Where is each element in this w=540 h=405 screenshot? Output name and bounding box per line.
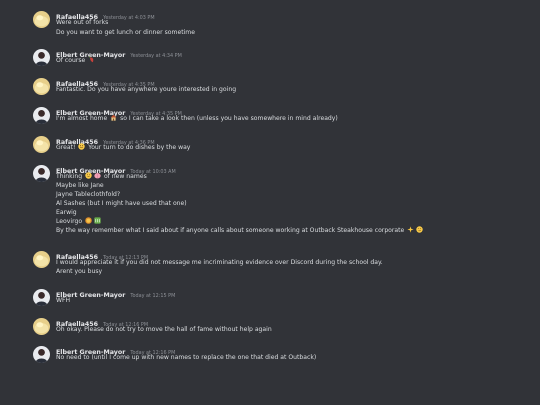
avatar[interactable] <box>33 165 50 182</box>
timestamp[interactable]: Yesterday at 4:03 PM <box>103 15 154 21</box>
smiling-face-icon <box>78 143 86 153</box>
avatar[interactable] <box>33 289 50 306</box>
timestamp[interactable]: Today at 12:15 PM <box>130 293 175 299</box>
house-icon <box>110 114 117 124</box>
message-text: WFH <box>56 297 71 304</box>
message-text: Leovirgo <box>56 218 83 225</box>
message-text: of new names <box>103 173 147 180</box>
message-text: Arent you busy <box>56 268 103 275</box>
message-text: Earwig <box>56 209 77 216</box>
message-text: Fantastic. Do you have anywhere youre in… <box>56 86 237 93</box>
message-text: so I can take a look then (unless you ha… <box>120 115 338 122</box>
avatar[interactable] <box>33 107 50 124</box>
message-text: Do you want to get lunch or dinner somet… <box>56 28 195 36</box>
message-text: Great! <box>56 144 76 151</box>
message-text: No need to (until I come up with new nam… <box>56 354 317 361</box>
message-text: Maybe like Jane <box>56 182 104 189</box>
message-text: By the way remember what I said about if… <box>56 227 405 234</box>
message-text: Thinking <box>56 173 83 180</box>
avatar[interactable] <box>33 78 50 95</box>
message-text: Jayne Tableclothfold? <box>56 191 121 198</box>
timestamp[interactable]: Yesterday at 4:34 PM <box>130 53 181 59</box>
message-text: Al Sashes (but I might have used that on… <box>56 200 187 207</box>
avatar[interactable] <box>33 251 50 268</box>
avatar[interactable] <box>33 136 50 153</box>
red-pepper-icon <box>88 56 95 66</box>
chat-message-list: Rafaella456 Yesterday at 4:03 PM Were out… <box>0 0 540 405</box>
avatar[interactable] <box>33 318 50 335</box>
avatar[interactable] <box>33 11 50 28</box>
message-text: Were out of forks <box>56 19 109 26</box>
avatar[interactable] <box>33 346 50 363</box>
message-text: Oh okay. Please do not try to move the h… <box>56 326 272 333</box>
sparkles-icon <box>407 226 414 236</box>
message-text: I'm almost home <box>56 115 108 122</box>
smirking-face-icon <box>416 226 423 236</box>
avatar[interactable] <box>33 49 50 66</box>
message-text: I would appreciate it if you did not mes… <box>56 259 383 266</box>
message-text: Of course <box>56 57 86 64</box>
message-text: Your turn to do dishes by the way <box>88 144 191 151</box>
